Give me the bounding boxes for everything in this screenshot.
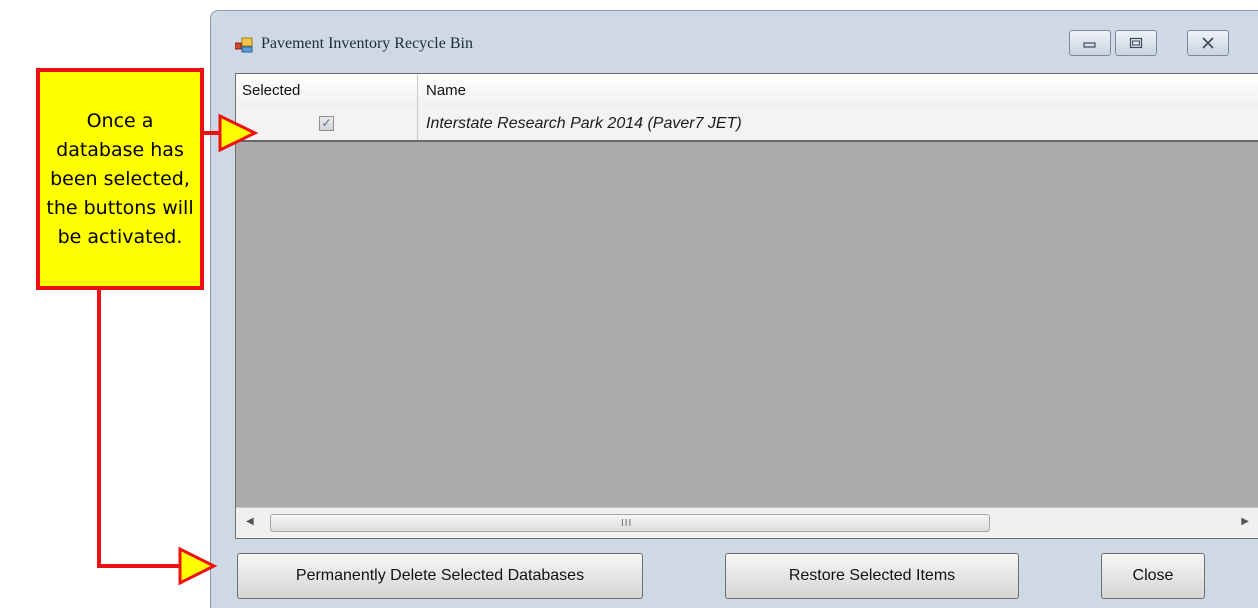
annotation-callout: Once a database has been selected, the b… bbox=[36, 68, 204, 290]
column-header-selected[interactable]: Selected bbox=[236, 74, 418, 108]
restore-selected-button[interactable]: Restore Selected Items bbox=[725, 553, 1019, 599]
table-row[interactable]: ✓ Interstate Research Park 2014 (Paver7 … bbox=[236, 108, 1258, 142]
recycle-bin-window: Pavement Inventory Recycle Bin Selected … bbox=[210, 10, 1258, 608]
window-title: Pavement Inventory Recycle Bin bbox=[261, 35, 473, 52]
check-mark-icon: ✓ bbox=[321, 116, 332, 130]
permanently-delete-button[interactable]: Permanently Delete Selected Databases bbox=[237, 553, 643, 599]
database-name-cell[interactable]: Interstate Research Park 2014 (Paver7 JE… bbox=[426, 108, 742, 140]
arrow-connector-bottom bbox=[97, 290, 180, 568]
row-checkbox[interactable]: ✓ bbox=[319, 116, 334, 131]
column-header-name[interactable]: Name bbox=[418, 74, 1258, 108]
title-bar[interactable]: Pavement Inventory Recycle Bin bbox=[211, 11, 1258, 71]
horizontal-scrollbar[interactable]: ◀ III ▶ bbox=[236, 507, 1258, 538]
minimize-button[interactable] bbox=[1069, 30, 1111, 56]
annotation-text: Once a database has been selected, the b… bbox=[46, 109, 194, 248]
close-window-button[interactable] bbox=[1187, 30, 1229, 56]
close-button[interactable]: Close bbox=[1101, 553, 1205, 599]
databases-grid[interactable]: Selected Name ✓ Interstate Research Park… bbox=[235, 73, 1258, 539]
grid-header: Selected Name bbox=[236, 74, 1258, 109]
app-icon bbox=[235, 37, 253, 53]
close-icon bbox=[1202, 37, 1214, 49]
scrollbar-grip: III bbox=[621, 518, 633, 529]
maximize-icon bbox=[1129, 37, 1143, 49]
minimize-icon bbox=[1083, 42, 1096, 48]
selected-cell[interactable]: ✓ bbox=[236, 108, 418, 140]
arrow-head-bottom bbox=[178, 546, 218, 586]
scroll-right-icon[interactable]: ▶ bbox=[1241, 516, 1249, 527]
scrollbar-thumb[interactable]: III bbox=[270, 514, 990, 532]
maximize-button[interactable] bbox=[1115, 30, 1157, 56]
scroll-left-icon[interactable]: ◀ bbox=[246, 516, 254, 527]
